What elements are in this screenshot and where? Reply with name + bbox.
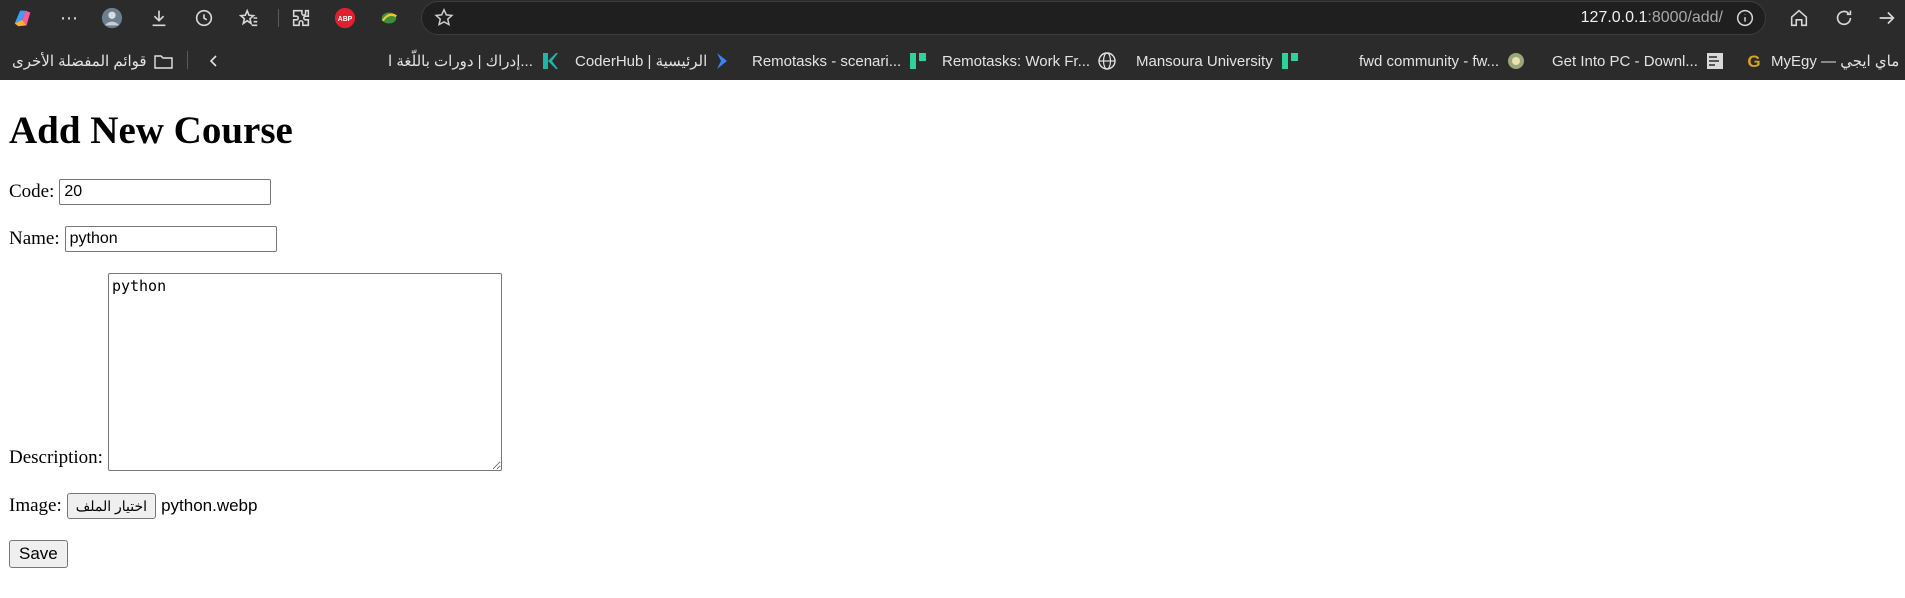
home-icon[interactable] [1785, 4, 1813, 32]
url-host: 127.0.0.1 [1580, 9, 1648, 26]
description-row: Description: python [9, 273, 502, 471]
favorites-icon[interactable] [235, 4, 263, 32]
save-row: Save [9, 540, 68, 568]
code-label: Code: [9, 181, 55, 202]
site-info-icon[interactable] [1731, 4, 1759, 32]
description-field[interactable]: python [107, 273, 502, 471]
bookmark-divider [187, 51, 188, 69]
bookmark-label: CoderHub | الرئيسية [575, 53, 708, 70]
bookmark-myegy[interactable]: G MyEgy — ماي ايجي [1744, 50, 1905, 72]
bookmark-label: Get Into PC - Downl... [1552, 52, 1698, 70]
globe-icon [1098, 52, 1116, 70]
image-row: Image: اختيار الملف python.webp [9, 493, 257, 519]
folder-icon [153, 55, 173, 69]
bookmark-remotasks-work[interactable]: Remotasks: Work Fr... [942, 50, 1117, 72]
page-title: Add New Course [9, 109, 293, 152]
toolbar-divider [278, 9, 279, 27]
bookmark-other-favorites[interactable]: قوائم المفضلة الأخرى [12, 50, 173, 72]
browser-toolbar: ⋯ ABP 127.0.0.1:8000/add/ [0, 0, 1905, 36]
image-label: Image: [9, 495, 62, 516]
description-label: Description: [9, 447, 103, 468]
bookmark-mansoura[interactable]: Mansoura University [1136, 50, 1300, 72]
bookmark-label: MyEgy — ماي ايجي [1771, 53, 1900, 70]
bookmark-coderhub[interactable]: CoderHub | الرئيسية [575, 50, 730, 72]
bookmarks-scroll-left[interactable] [208, 50, 220, 72]
bookmark-fwd[interactable]: fwd community - fw... [1359, 50, 1526, 72]
copilot-icon[interactable] [8, 4, 36, 32]
bookmark-label: قوائم المفضلة الأخرى [12, 53, 147, 70]
bookmark-label: Mansoura University [1136, 52, 1273, 70]
bookmark-label: Remotasks: Work Fr... [942, 52, 1091, 70]
adblock-icon[interactable]: ABP [331, 4, 359, 32]
extension-icon[interactable] [375, 4, 403, 32]
url-text[interactable]: 127.0.0.1:8000/add/ [1581, 2, 1723, 34]
coderhub-icon [717, 53, 728, 69]
profile-avatar[interactable] [98, 4, 126, 32]
bookmark-edraak[interactable]: إدراك | دورات باللّغة ا... [388, 50, 560, 72]
selected-file-name: python.webp [161, 496, 258, 515]
star-icon[interactable] [430, 4, 458, 32]
name-field[interactable] [64, 226, 277, 252]
remotasks-icon [1281, 53, 1298, 69]
getintopc-icon: G [1747, 52, 1760, 71]
adblock-label: ABP [338, 16, 353, 23]
name-label: Name: [9, 228, 60, 249]
svg-text:G: G [1747, 52, 1760, 71]
code-row: Code: [9, 179, 272, 205]
bookmark-remotasks-scenario[interactable]: Remotasks - scenari... [752, 50, 928, 72]
address-bar[interactable]: 127.0.0.1:8000/add/ [421, 1, 1766, 35]
bookmark-getintopc[interactable]: Get Into PC - Downl... [1552, 50, 1725, 72]
page-content: Add New Course Code: Name: Description: … [0, 80, 1905, 598]
edraak-icon [542, 53, 558, 69]
fwd-icon [1706, 53, 1723, 69]
extensions-icon[interactable] [287, 4, 315, 32]
choose-file-button[interactable]: اختيار الملف [66, 493, 157, 519]
history-icon[interactable] [190, 4, 218, 32]
forward-icon[interactable] [1873, 4, 1901, 32]
chevron-left-icon [209, 55, 217, 67]
download-icon[interactable] [145, 4, 173, 32]
url-path: :8000/add/ [1647, 9, 1723, 26]
bookmark-label: Remotasks - scenari... [752, 52, 902, 70]
bookmark-label: fwd community - fw... [1359, 52, 1500, 70]
bookmark-label: إدراك | دورات باللّغة ا... [388, 53, 533, 70]
save-button[interactable]: Save [9, 540, 68, 568]
name-row: Name: [9, 226, 277, 252]
code-field[interactable] [59, 179, 272, 205]
browser-chrome: ⋯ ABP 127.0.0.1:8000/add/ قوائم المفضلة … [0, 0, 1905, 80]
remotasks-icon [910, 53, 927, 69]
bookmarks-bar: قوائم المفضلة الأخرى إدراك | دورات باللّ… [0, 40, 1905, 80]
refresh-icon[interactable] [1830, 4, 1858, 32]
more-icon[interactable]: ⋯ [55, 4, 83, 32]
mansoura-icon [1508, 53, 1525, 69]
